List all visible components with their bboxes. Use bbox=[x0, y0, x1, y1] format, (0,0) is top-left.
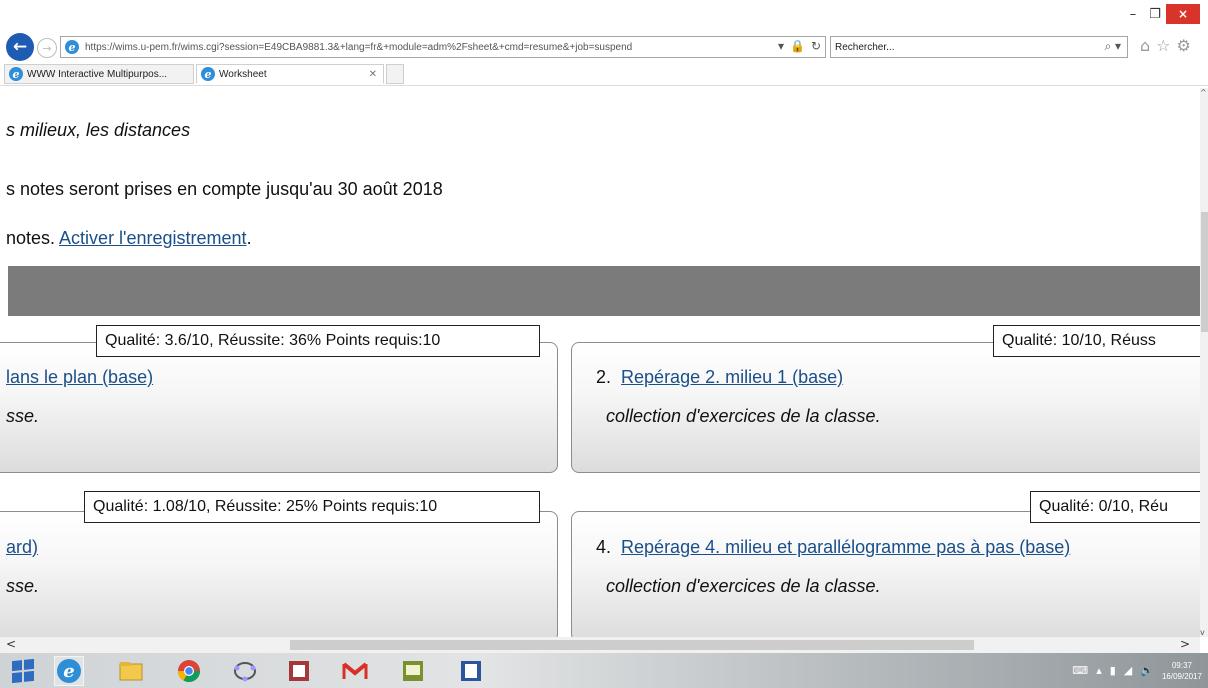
exercise-score-badge: Qualité: 1.08/10, Réussite: 25% Points r… bbox=[84, 491, 540, 523]
recording-line: notes. Activer l'enregistrement. bbox=[6, 228, 252, 249]
settings-gear-icon[interactable]: ⚙ bbox=[1177, 36, 1191, 55]
address-tools: ▾ 🔒 ↻ bbox=[778, 39, 821, 53]
clock-date: 16/09/2017 bbox=[1161, 671, 1202, 681]
tab-strip: e WWW Interactive Multipurpos... e Works… bbox=[0, 62, 1208, 86]
start-button[interactable] bbox=[8, 656, 38, 686]
exercise-link[interactable]: ard) bbox=[6, 537, 38, 557]
exercise-card bbox=[0, 511, 558, 637]
page-content: s milieux, les distances s notes seront … bbox=[0, 88, 1200, 637]
back-button[interactable]: ← bbox=[6, 33, 34, 61]
new-tab-button[interactable] bbox=[386, 64, 404, 84]
volume-icon[interactable]: 🔈 bbox=[1140, 664, 1154, 677]
horizontal-scrollbar[interactable]: < > bbox=[0, 637, 1200, 653]
grading-notice: s notes seront prises en compte jusqu'au… bbox=[6, 179, 443, 199]
window-controls: – ❐ × bbox=[1122, 4, 1200, 24]
mail-icon bbox=[342, 662, 368, 679]
show-hidden-icons-icon[interactable]: ▴ bbox=[1096, 664, 1102, 677]
taskbar-word[interactable] bbox=[456, 656, 486, 686]
scroll-left-icon[interactable]: < bbox=[6, 637, 16, 651]
scroll-up-icon[interactable]: ^ bbox=[1200, 88, 1207, 97]
signal-icon[interactable]: ◢ bbox=[1124, 664, 1132, 677]
browser-chrome: – ❐ × ← → e https://wims.u-pem.fr/wims.c… bbox=[0, 0, 1208, 88]
search-box[interactable]: ⌕ ▾ bbox=[830, 36, 1128, 58]
clock-time: 09:37 bbox=[1171, 660, 1192, 670]
exercise-description: sse. bbox=[6, 576, 40, 596]
taskbar-tex-app[interactable] bbox=[398, 656, 428, 686]
chrome-icon bbox=[178, 660, 200, 682]
lock-icon[interactable]: 🔒 bbox=[790, 39, 805, 53]
exercise-description: collection d'exercices de la classe. bbox=[606, 406, 881, 426]
exercise-title: 2. Repérage 2. milieu 1 (base) bbox=[596, 367, 843, 388]
exercise-description: sse. bbox=[6, 406, 40, 426]
network-icon[interactable]: ▮ bbox=[1110, 664, 1116, 677]
windows-taskbar: e ⌨ ▴ ▮ ◢ 🔈 09:37 16/09/2017 bbox=[0, 653, 1208, 688]
exercise-title: lans le plan (base) bbox=[6, 367, 153, 388]
system-tray: ⌨ ▴ ▮ ◢ 🔈 09:37 16/09/2017 bbox=[1072, 653, 1208, 688]
exercise-link[interactable]: lans le plan (base) bbox=[6, 367, 153, 387]
tab-wims-home[interactable]: e WWW Interactive Multipurpos... bbox=[4, 64, 194, 84]
close-window-button[interactable]: × bbox=[1166, 4, 1200, 24]
arrow-right-icon: → bbox=[42, 41, 52, 55]
exercise-title: ard) bbox=[6, 537, 38, 558]
taskbar-gmail[interactable] bbox=[340, 656, 370, 686]
exercise-number: 4. bbox=[596, 537, 612, 557]
address-bar[interactable]: e https://wims.u-pem.fr/wims.cgi?session… bbox=[60, 36, 826, 58]
recording-prefix: notes. bbox=[6, 228, 60, 248]
word-icon bbox=[461, 661, 481, 681]
dropdown-arrow-icon[interactable]: ▾ bbox=[778, 39, 784, 53]
toolbar-icons: ⌂ ☆ ⚙ bbox=[1140, 36, 1191, 55]
close-tab-icon[interactable]: ✕ bbox=[369, 69, 377, 80]
taskbar-geogebra[interactable] bbox=[230, 656, 260, 686]
url-text[interactable]: https://wims.u-pem.fr/wims.cgi?session=E… bbox=[85, 42, 632, 53]
exercise-number: 2. bbox=[596, 367, 612, 387]
favorites-star-icon[interactable]: ☆ bbox=[1156, 36, 1170, 55]
ie-tab-icon: e bbox=[9, 67, 23, 81]
tab-label: WWW Interactive Multipurpos... bbox=[27, 68, 168, 80]
horizontal-scroll-thumb[interactable] bbox=[290, 640, 974, 650]
exercise-score-badge: Qualité: 0/10, Réu bbox=[1030, 491, 1200, 523]
clock[interactable]: 09:37 16/09/2017 bbox=[1162, 660, 1202, 682]
taskbar-file-explorer[interactable] bbox=[116, 656, 146, 686]
tab-label: Worksheet bbox=[219, 68, 267, 80]
folder-icon bbox=[119, 662, 143, 681]
minimize-button[interactable]: – bbox=[1122, 4, 1144, 24]
exercise-score-badge: Qualité: 3.6/10, Réussite: 36% Points re… bbox=[96, 325, 540, 357]
exercise-card bbox=[0, 342, 558, 473]
tex-editor-icon bbox=[403, 661, 423, 681]
exercise-score-badge: Qualité: 10/10, Réuss bbox=[993, 325, 1200, 357]
navigation-bar: ← → e https://wims.u-pem.fr/wims.cgi?ses… bbox=[0, 33, 1208, 61]
home-icon[interactable]: ⌂ bbox=[1140, 36, 1150, 55]
sheet-header-bar bbox=[8, 266, 1200, 316]
tab-worksheet[interactable]: e Worksheet ✕ bbox=[196, 64, 384, 84]
exercise-link[interactable]: Repérage 4. milieu et parallélogramme pa… bbox=[621, 537, 1070, 557]
exercise-card bbox=[571, 511, 1200, 637]
windows-logo-icon bbox=[12, 658, 34, 684]
vertical-scrollbar[interactable]: ^ v bbox=[1200, 88, 1208, 637]
refresh-icon[interactable]: ↻ bbox=[811, 39, 821, 53]
taskbar-access[interactable] bbox=[284, 656, 314, 686]
arrow-left-icon: ← bbox=[12, 37, 28, 57]
search-icon[interactable]: ⌕ ▾ bbox=[1104, 39, 1121, 54]
exercise-link[interactable]: Repérage 2. milieu 1 (base) bbox=[621, 367, 843, 387]
sheet-subtitle: s milieux, les distances bbox=[6, 120, 191, 140]
access-app-icon bbox=[289, 661, 309, 681]
exercise-description: collection d'exercices de la classe. bbox=[606, 576, 881, 596]
keyboard-icon[interactable]: ⌨ bbox=[1072, 664, 1088, 677]
restore-button[interactable]: ❐ bbox=[1144, 4, 1166, 24]
ie-tab-icon: e bbox=[201, 67, 215, 81]
recording-suffix: . bbox=[246, 228, 252, 248]
vertical-scroll-thumb[interactable] bbox=[1201, 212, 1208, 332]
internet-explorer-icon: e bbox=[57, 659, 81, 683]
forward-button[interactable]: → bbox=[37, 38, 57, 58]
scroll-right-icon[interactable]: > bbox=[1180, 637, 1190, 651]
ie-site-icon: e bbox=[65, 40, 79, 54]
geogebra-icon bbox=[234, 662, 256, 682]
search-input[interactable] bbox=[835, 37, 1085, 57]
exercise-title: 4. Repérage 4. milieu et parallélogramme… bbox=[596, 537, 1070, 558]
scroll-down-icon[interactable]: v bbox=[1200, 628, 1205, 637]
taskbar-internet-explorer[interactable]: e bbox=[54, 656, 84, 686]
activate-recording-link[interactable]: Activer l'enregistrement bbox=[59, 228, 247, 248]
taskbar-chrome[interactable] bbox=[174, 656, 204, 686]
